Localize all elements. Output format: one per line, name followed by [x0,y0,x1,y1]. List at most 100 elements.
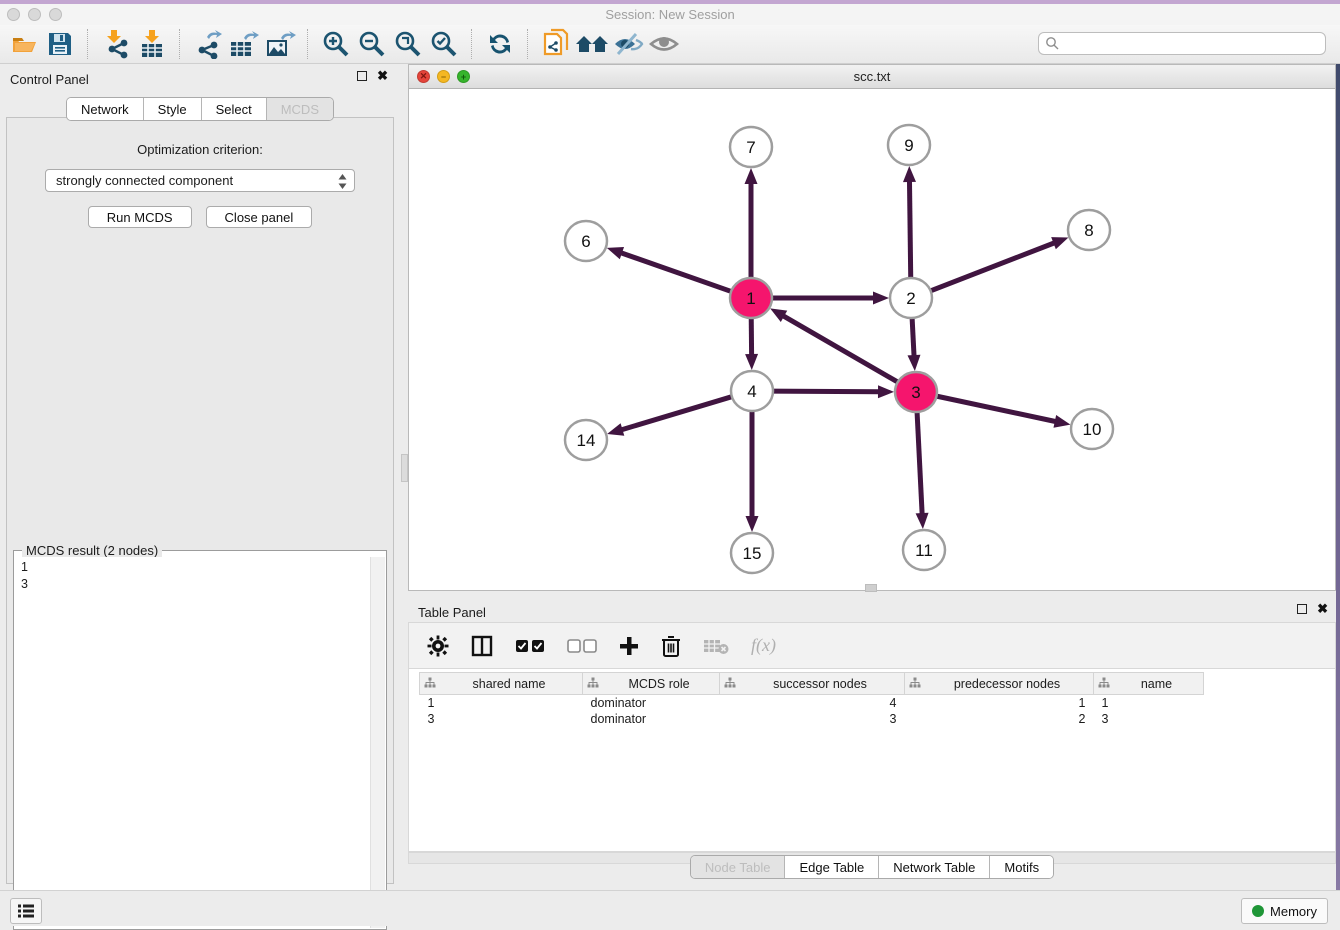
graph-edge-3-10[interactable] [934,395,1071,427]
select-all-button[interactable] [515,639,545,653]
zoom-in-button[interactable] [318,27,354,61]
table-cell[interactable]: dominator [583,711,720,727]
zoom-fit-button[interactable] [390,27,426,61]
splitter-grip[interactable] [401,454,408,482]
graph-node-15[interactable]: 15 [731,533,773,573]
table-cell[interactable]: 3 [720,711,905,727]
float-table-panel-icon[interactable] [1297,604,1307,614]
column-header-name[interactable]: name [1094,673,1204,695]
table-row[interactable]: 1dominator411 [420,695,1204,712]
table-cell[interactable]: 3 [1094,711,1204,727]
column-visibility-icon [471,635,493,657]
graph-edge-1-7[interactable] [745,168,758,281]
tab-edge-table[interactable]: Edge Table [785,856,879,878]
tab-network[interactable]: Network [67,98,144,120]
column-visibility-button[interactable] [471,635,493,657]
graph-node-14[interactable]: 14 [565,420,607,460]
table-cell[interactable]: 3 [420,711,583,727]
task-list-icon [17,903,35,919]
delete-table-icon [703,637,729,655]
hide-selected-button[interactable] [610,27,646,61]
search-input[interactable] [1060,36,1325,52]
table-cell[interactable]: 4 [720,695,905,712]
table-row[interactable]: 3dominator323 [420,711,1204,727]
criterion-select[interactable]: strongly connected component [45,169,355,192]
graph-edge-4-15[interactable] [746,408,759,532]
function-builder-button[interactable]: f(x) [751,635,776,656]
result-scrollbar[interactable] [370,557,385,928]
graph-node-3[interactable]: 3 [895,372,937,412]
graph-edge-4-14[interactable] [607,396,735,436]
graph-node-4[interactable]: 4 [731,371,773,411]
network-overview-button[interactable] [538,27,574,61]
graph-node-11[interactable]: 11 [903,530,945,570]
settings-gear-button[interactable] [427,635,449,657]
delete-column-button[interactable] [661,635,681,657]
graph-edge-2-3[interactable] [907,315,920,371]
tab-mcds[interactable]: MCDS [267,98,333,120]
tab-node-table[interactable]: Node Table [691,856,786,878]
zoom-selected-button[interactable] [426,27,462,61]
settings-gear-icon [427,635,449,657]
panel-splitter[interactable] [400,64,408,890]
graph-edge-1-2[interactable] [769,292,889,305]
graph-edge-3-1[interactable] [770,308,900,383]
network-canvas[interactable]: 1 2 3 4 6 7 8 9 10 11 14 15 [409,89,1335,590]
network-bottom-grip[interactable] [865,584,877,592]
close-panel-icon[interactable]: ✖ [377,71,388,81]
open-file-button[interactable] [6,27,42,61]
run-mcds-button[interactable]: Run MCDS [88,206,192,228]
delete-table-button[interactable] [703,637,729,655]
export-network-button[interactable] [190,27,226,61]
column-header-successor-nodes[interactable]: successor nodes [720,673,905,695]
tab-network-table[interactable]: Network Table [879,856,990,878]
toolbar-separator [179,29,181,59]
search-box[interactable] [1038,32,1326,55]
tab-motifs[interactable]: Motifs [990,856,1053,878]
node-table: shared nameMCDS rolesuccessor nodesprede… [419,672,1204,727]
refresh-button[interactable] [482,27,518,61]
table-cell[interactable]: 2 [905,711,1094,727]
float-panel-icon[interactable] [357,71,367,81]
graph-edge-2-9[interactable] [903,166,916,281]
task-history-button[interactable] [10,898,42,924]
export-table-button[interactable] [226,27,262,61]
show-all-button[interactable] [646,27,682,61]
graph-node-9[interactable]: 9 [888,125,930,165]
deselect-all-button[interactable] [567,639,597,653]
close-panel-button[interactable]: Close panel [206,206,313,228]
import-network-button[interactable] [98,27,134,61]
close-table-panel-icon[interactable]: ✖ [1317,604,1328,614]
mcds-result-text[interactable]: 1 3 [15,557,371,928]
graph-node-1[interactable]: 1 [730,278,772,318]
graph-node-2[interactable]: 2 [890,278,932,318]
tab-select[interactable]: Select [202,98,267,120]
column-header-shared-name[interactable]: shared name [420,673,583,695]
export-image-button[interactable] [262,27,298,61]
graph-edge-4-3[interactable] [770,385,894,398]
table-cell[interactable]: 1 [420,695,583,712]
graph-node-6[interactable]: 6 [565,221,607,261]
save-session-button[interactable] [42,27,78,61]
tab-style[interactable]: Style [144,98,202,120]
graph-node-10[interactable]: 10 [1071,409,1113,449]
zoom-out-icon [357,29,387,59]
table-cell[interactable]: 1 [905,695,1094,712]
column-header-MCDS-role[interactable]: MCDS role [583,673,720,695]
graph-edge-2-8[interactable] [928,237,1069,292]
add-column-button[interactable] [619,636,639,656]
memory-button[interactable]: Memory [1241,898,1328,924]
graph-node-7[interactable]: 7 [730,127,772,167]
graph-edge-3-11[interactable] [916,409,929,529]
table-cell[interactable]: dominator [583,695,720,712]
graph-edge-1-4[interactable] [745,315,758,370]
column-header-predecessor-nodes[interactable]: predecessor nodes [905,673,1094,695]
import-table-button[interactable] [134,27,170,61]
home-layout-button[interactable] [574,27,610,61]
network-view-window: ✕ − + scc.txt 1234678910111415 [408,64,1336,591]
graph-node-8[interactable]: 8 [1068,210,1110,250]
graph-node-label: 7 [746,138,755,157]
graph-edge-1-6[interactable] [607,247,734,293]
table-cell[interactable]: 1 [1094,695,1204,712]
zoom-out-button[interactable] [354,27,390,61]
